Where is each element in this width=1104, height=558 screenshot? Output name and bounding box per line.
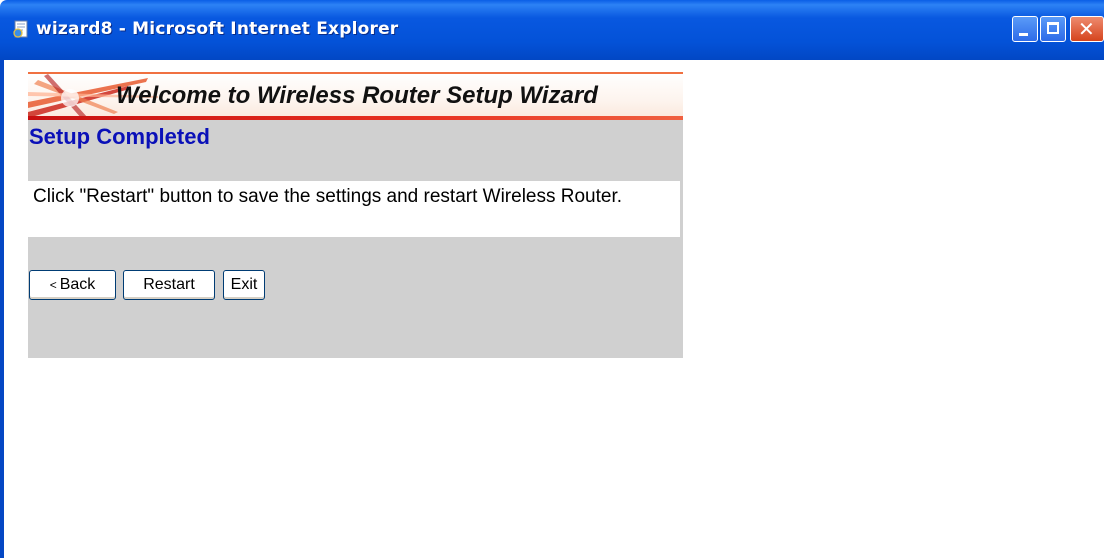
message-box: Click "Restart" button to save the setti… — [28, 181, 680, 237]
completion-message: Click "Restart" button to save the setti… — [33, 186, 623, 207]
maximize-icon — [1047, 22, 1059, 34]
window-title: wizard8 - Microsoft Internet Explorer — [36, 19, 399, 39]
exit-button-label: Exit — [230, 276, 258, 293]
restart-button[interactable]: Restart — [123, 270, 215, 300]
maximize-button[interactable] — [1040, 16, 1066, 42]
restart-button-label: Restart — [143, 276, 195, 293]
window-frame-left — [0, 60, 4, 558]
close-button[interactable]: ✕ — [1070, 16, 1104, 42]
banner-title: Welcome to Wireless Router Setup Wizard — [116, 82, 598, 109]
back-button-label: Back — [59, 276, 96, 293]
minimize-button[interactable] — [1012, 16, 1038, 42]
exit-button[interactable]: Exit — [223, 270, 265, 300]
back-arrow-icon: < — [49, 278, 57, 292]
minimize-icon — [1019, 33, 1028, 36]
wizard-panel: Setup Completed Click "Restart" button t… — [28, 120, 683, 358]
back-button[interactable]: < Back — [29, 270, 116, 300]
wizard-banner: Welcome to Wireless Router Setup Wizard — [28, 72, 683, 120]
window-title-bar[interactable]: wizard8 - Microsoft Internet Explorer ✕ — [0, 0, 1104, 60]
ie-page-icon — [13, 20, 28, 38]
close-icon: ✕ — [1078, 17, 1095, 41]
page-title: Setup Completed — [29, 124, 210, 149]
